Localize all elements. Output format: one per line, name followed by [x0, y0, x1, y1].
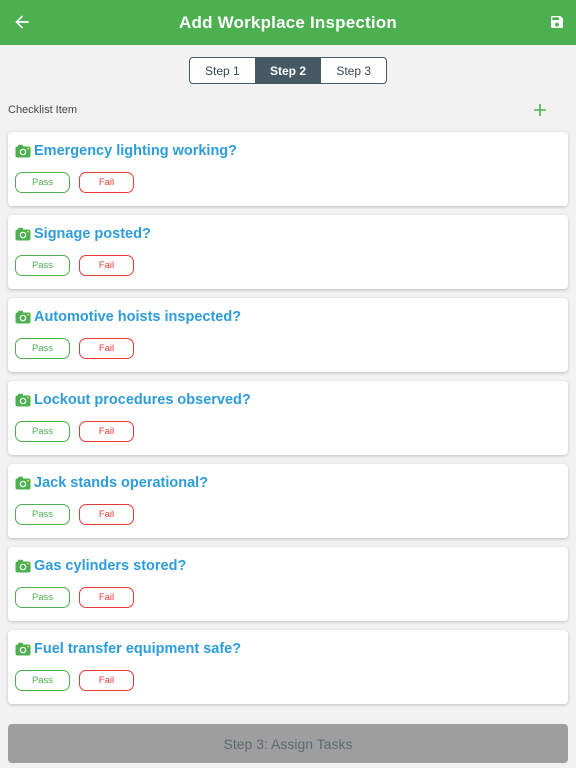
checklist-question: Automotive hoists inspected?	[34, 309, 242, 325]
checklist-item-card: Lockout procedures observed? Pass Fail	[8, 381, 568, 455]
camera-icon[interactable]	[15, 144, 31, 158]
footer: Step 3: Assign Tasks	[0, 714, 576, 768]
pass-button[interactable]: Pass	[15, 504, 70, 525]
checklist-question: Fuel transfer equipment safe?	[34, 641, 242, 657]
checklist-item-card: Gas cylinders stored? Pass Fail	[8, 547, 568, 621]
pass-button[interactable]: Pass	[15, 338, 70, 359]
checklist-question: Lockout procedures observed?	[34, 392, 251, 408]
page-title: Add Workplace Inspection	[179, 12, 397, 32]
camera-icon[interactable]	[15, 310, 31, 324]
fail-button[interactable]: Fail	[79, 255, 134, 276]
fail-button[interactable]: Fail	[79, 338, 134, 359]
step-3-tab[interactable]: Step 3	[321, 58, 386, 83]
app-bar: Add Workplace Inspection	[0, 0, 576, 45]
fail-button[interactable]: Fail	[79, 421, 134, 442]
checklist-question: Signage posted?	[34, 226, 151, 242]
checklist-item-card: Automotive hoists inspected? Pass Fail	[8, 298, 568, 372]
camera-icon[interactable]	[15, 642, 31, 656]
checklist-section-label: Checklist Item	[8, 104, 78, 116]
pass-button[interactable]: Pass	[15, 587, 70, 608]
checklist-item-card: Fuel transfer equipment safe? Pass Fail	[8, 630, 568, 704]
checklist-item-card: Signage posted? Pass Fail	[8, 215, 568, 289]
pass-button[interactable]: Pass	[15, 421, 70, 442]
camera-icon[interactable]	[15, 559, 31, 573]
step-selector: Step 1 Step 2 Step 3	[189, 57, 387, 84]
pass-button[interactable]: Pass	[15, 255, 70, 276]
checklist-question: Gas cylinders stored?	[34, 558, 187, 574]
pass-button[interactable]: Pass	[15, 670, 70, 691]
checklist-question: Jack stands operational?	[34, 475, 209, 491]
plus-icon[interactable]	[532, 102, 548, 118]
arrow-left-icon[interactable]	[12, 12, 32, 32]
floppy-disk-icon[interactable]	[549, 14, 565, 30]
fail-button[interactable]: Fail	[79, 504, 134, 525]
checklist-question: Emergency lighting working?	[34, 143, 238, 159]
camera-icon[interactable]	[15, 476, 31, 490]
pass-button[interactable]: Pass	[15, 172, 70, 193]
checklist-item-card: Jack stands operational? Pass Fail	[8, 464, 568, 538]
step-2-tab[interactable]: Step 2	[255, 58, 322, 83]
fail-button[interactable]: Fail	[79, 587, 134, 608]
screen: Add Workplace Inspection Step 1 Step 2 S…	[0, 0, 576, 768]
fail-button[interactable]: Fail	[79, 172, 134, 193]
next-step-button[interactable]: Step 3: Assign Tasks	[8, 724, 568, 763]
camera-icon[interactable]	[15, 227, 31, 241]
fail-button[interactable]: Fail	[79, 670, 134, 691]
camera-icon[interactable]	[15, 393, 31, 407]
checklist-item-card: Emergency lighting working? Pass Fail	[8, 132, 568, 206]
checklist: Emergency lighting working? Pass Fail Signa…	[8, 132, 568, 713]
step-1-tab[interactable]: Step 1	[190, 58, 256, 83]
